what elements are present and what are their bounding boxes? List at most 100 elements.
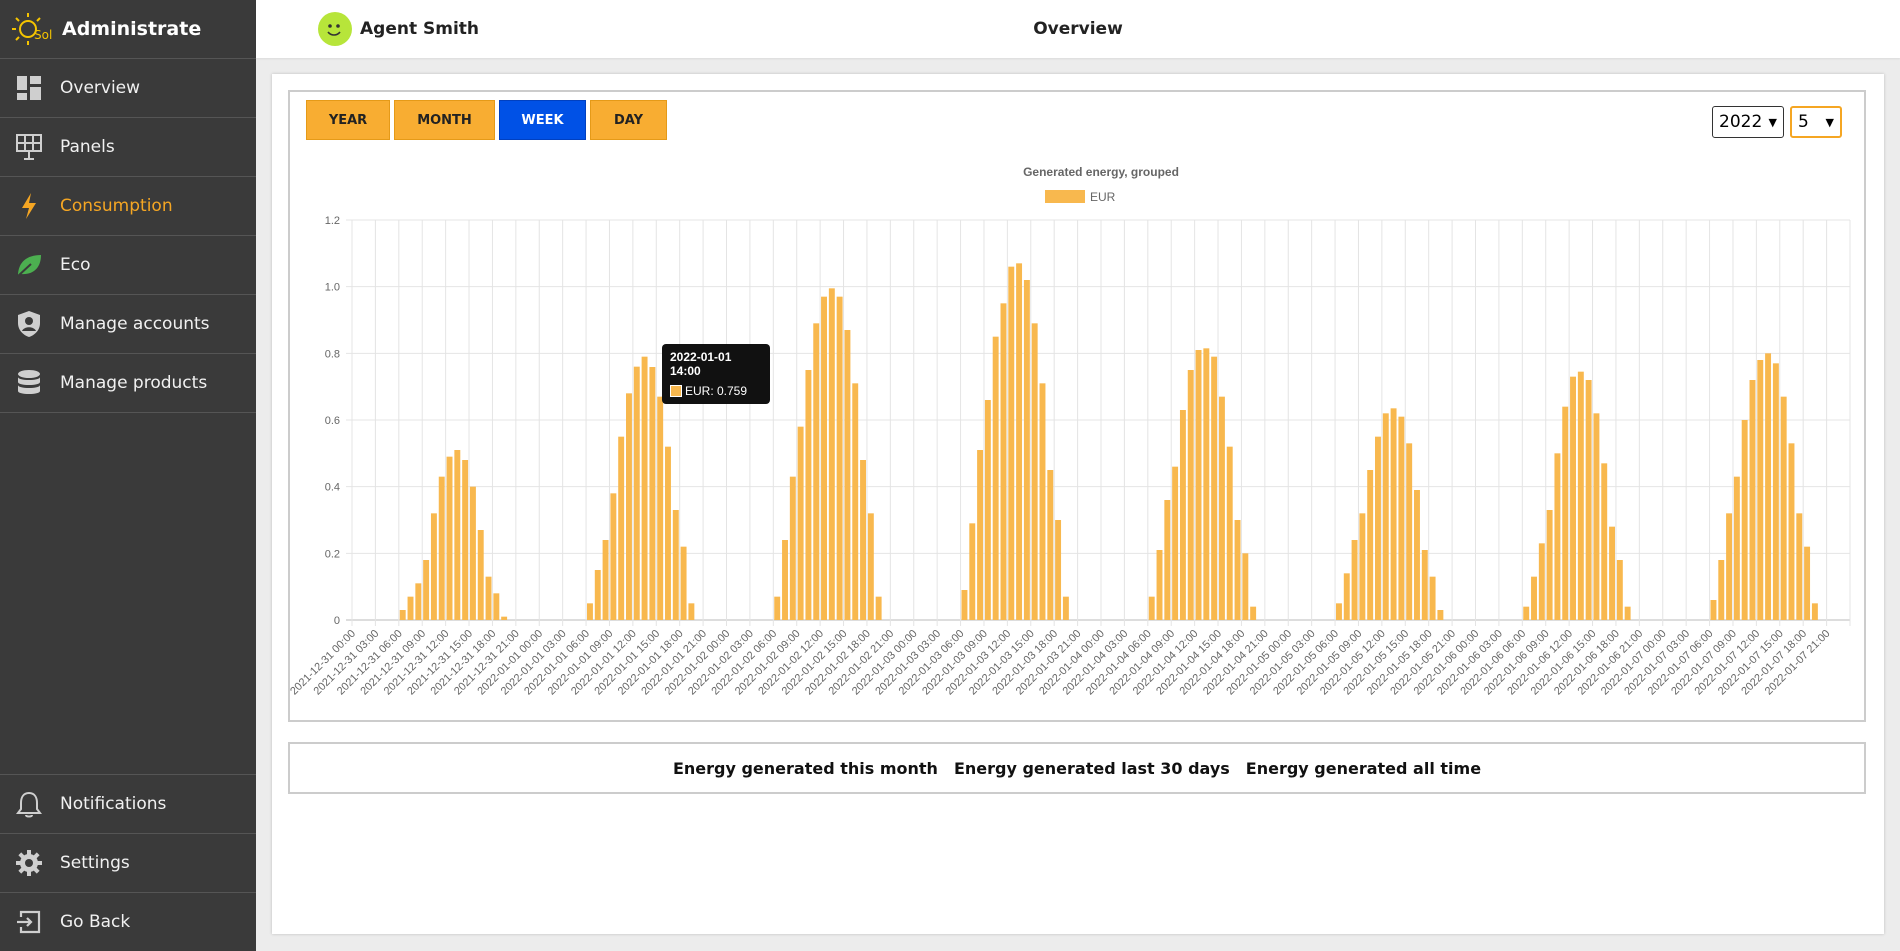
- chart-bar: [1016, 263, 1023, 620]
- chart-bar: [1718, 560, 1725, 620]
- chart-bar: [665, 446, 671, 620]
- chart-bar: [1148, 596, 1155, 620]
- y-tick-label: 1.0: [325, 282, 340, 294]
- chart-bar: [797, 426, 804, 620]
- y-tick-label: 0: [334, 615, 340, 627]
- chart-bar: [1538, 543, 1545, 620]
- y-tick-label: 0.8: [325, 348, 340, 360]
- chart-bar: [1421, 550, 1428, 620]
- sidebar-item-label: Overview: [60, 78, 141, 98]
- period-day-button[interactable]: DAY: [590, 100, 667, 140]
- chart-bar: [1780, 396, 1787, 620]
- chart-bar: [1203, 348, 1210, 620]
- leaf-icon: [14, 250, 44, 280]
- chart-bar: [1523, 606, 1530, 620]
- chart-bar: [415, 583, 422, 620]
- stat-this-month: Energy generated this month: [672, 758, 938, 778]
- chart-bar: [782, 540, 788, 620]
- chart-bar: [1772, 363, 1779, 620]
- chart-bar: [1616, 560, 1623, 620]
- chart-bar: [1414, 490, 1420, 620]
- sidebar-item-notifications[interactable]: Notifications: [0, 774, 256, 833]
- chart-bar: [1796, 513, 1803, 620]
- sidebar-item-manage-accounts[interactable]: Manage accounts: [0, 295, 256, 354]
- y-tick-label: 1.2: [325, 215, 340, 227]
- page-title: Overview: [1033, 19, 1123, 39]
- chart-bar: [610, 493, 617, 620]
- chart-bar: [992, 336, 999, 620]
- chart-bar: [1008, 266, 1015, 620]
- chart-bar: [485, 576, 492, 620]
- chart-bar: [688, 603, 695, 620]
- chart-bar: [1811, 603, 1818, 620]
- chart-bar: [1741, 420, 1748, 620]
- chart-bar: [1437, 610, 1444, 620]
- chart-bar: [633, 366, 640, 620]
- tooltip-swatch: [670, 385, 682, 397]
- y-tick-label: 0.4: [325, 482, 340, 494]
- sidebar-item-eco[interactable]: Eco: [0, 236, 256, 295]
- sidebar-item-label: Go Back: [60, 912, 131, 932]
- chart-bar: [399, 610, 406, 620]
- chart-bar: [1382, 413, 1389, 620]
- brand[interactable]: Sol Administrate ‹: [0, 0, 280, 59]
- chart-bar: [977, 450, 984, 620]
- chart-bar: [1585, 380, 1592, 620]
- sidebar-item-overview[interactable]: Overview: [0, 59, 256, 118]
- chart-bar: [641, 356, 648, 620]
- chart-bar: [1343, 573, 1350, 620]
- chart-bar: [984, 400, 991, 620]
- chart-card: Generated energy, grouped EUR 0 0.2 0.4 0.6 0.…: [288, 90, 1866, 722]
- chart-bar: [477, 530, 484, 620]
- chart-bar: [1733, 476, 1740, 620]
- period-year-button[interactable]: YEAR: [306, 100, 390, 140]
- sidebar-item-manage-products[interactable]: Manage products: [0, 354, 256, 413]
- lightning-icon: [14, 191, 44, 221]
- chart-bar: [1359, 513, 1366, 620]
- shield-user-icon: [14, 309, 44, 339]
- chart-bar: [1398, 416, 1405, 620]
- period-month-button[interactable]: MONTH: [394, 100, 495, 140]
- chart-bar: [680, 546, 687, 620]
- year-select[interactable]: 2022 ▼: [1712, 106, 1784, 138]
- sidebar-item-settings[interactable]: Settings: [0, 833, 256, 892]
- chart-bar: [462, 460, 469, 620]
- chart-bar: [1531, 576, 1537, 620]
- chart-bar: [1804, 546, 1811, 620]
- chart-bar: [1039, 383, 1046, 620]
- sidebar-item-label: Consumption: [60, 196, 173, 216]
- sidebar-item-go-back[interactable]: Go Back: [0, 892, 256, 951]
- chart-bar: [618, 436, 625, 620]
- sidebar-item-panels[interactable]: Panels: [0, 118, 256, 177]
- sun-logo-icon: Sol: [12, 13, 52, 45]
- chart-bar: [1055, 520, 1062, 620]
- chart-bar: [1187, 370, 1194, 620]
- sidebar-item-label: Settings: [60, 853, 130, 873]
- chart-bar: [430, 513, 437, 620]
- chart-bar: [1226, 446, 1233, 620]
- chart-bar: [1062, 596, 1069, 620]
- chart-bar: [454, 450, 461, 620]
- chart-bar: [1726, 513, 1733, 620]
- sidebar-bottom: Notifications Settings Go Back: [0, 774, 256, 951]
- chart-bar: [1367, 470, 1374, 620]
- chart-bar: [1023, 280, 1030, 620]
- sidebar-item-label: Manage products: [60, 373, 208, 393]
- chart-bar: [1546, 510, 1553, 620]
- period-week-button[interactable]: WEEK: [499, 100, 586, 140]
- stat-all-time: Energy generated all time: [1245, 758, 1482, 778]
- chart-bar: [1593, 413, 1600, 620]
- chart-bar: [1562, 406, 1569, 620]
- month-select[interactable]: 5 ▼: [1790, 106, 1842, 138]
- chart-bar: [1047, 470, 1054, 620]
- main-panel: Generated energy, grouped EUR 0 0.2 0.4 0.6 0.…: [272, 74, 1884, 934]
- chart-bar: [1624, 606, 1631, 620]
- sidebar-item-consumption[interactable]: Consumption: [0, 177, 256, 236]
- chevron-down-icon: ▼: [1825, 115, 1834, 129]
- energy-chart: Generated energy, grouped EUR 0 0.2 0.4 0.6 0.…: [290, 165, 1851, 698]
- chart-bar: [423, 560, 430, 620]
- chart-bar: [501, 616, 508, 620]
- chart-bar: [789, 476, 796, 620]
- chart-bar: [1570, 376, 1576, 620]
- chart-bar: [626, 393, 632, 620]
